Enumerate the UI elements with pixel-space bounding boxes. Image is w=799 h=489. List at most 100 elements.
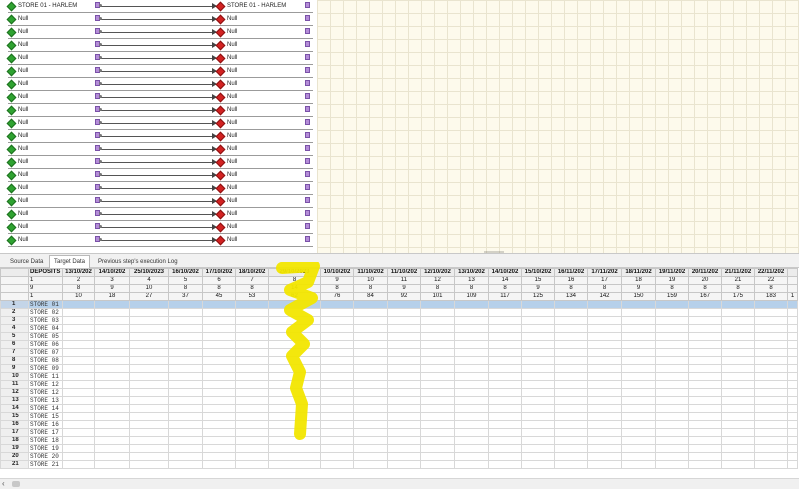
table-cell[interactable] bbox=[787, 388, 798, 397]
table-cell[interactable] bbox=[129, 412, 169, 421]
table-cell[interactable] bbox=[454, 332, 489, 341]
table-cell[interactable] bbox=[754, 364, 788, 373]
table-cell[interactable] bbox=[387, 412, 421, 421]
target-field[interactable]: Null bbox=[215, 92, 313, 103]
table-cell[interactable] bbox=[754, 380, 788, 389]
table-cell[interactable] bbox=[521, 372, 555, 381]
column-header[interactable]: 8 bbox=[268, 276, 321, 285]
table-cell[interactable] bbox=[754, 436, 788, 445]
table-cell[interactable] bbox=[454, 396, 489, 405]
table-cell[interactable] bbox=[235, 420, 269, 429]
table-cell[interactable] bbox=[235, 364, 269, 373]
table-cell[interactable] bbox=[129, 308, 169, 317]
table-cell[interactable] bbox=[688, 340, 722, 349]
source-field[interactable]: Null bbox=[6, 235, 100, 246]
table-row[interactable]: 10 STORE 11 bbox=[0, 372, 798, 381]
table-cell[interactable] bbox=[787, 356, 798, 365]
column-header[interactable]: 12/10/202 bbox=[420, 268, 455, 277]
table-cell[interactable] bbox=[168, 444, 203, 453]
table-cell[interactable] bbox=[688, 404, 722, 413]
column-header[interactable]: 84 bbox=[353, 292, 388, 301]
table-cell[interactable] bbox=[420, 388, 455, 397]
row-number[interactable]: 9 bbox=[0, 364, 29, 373]
table-cell[interactable] bbox=[554, 420, 588, 429]
table-cell[interactable] bbox=[62, 460, 95, 469]
table-cell[interactable] bbox=[320, 316, 354, 325]
table-cell[interactable] bbox=[787, 372, 798, 381]
table-cell[interactable] bbox=[754, 300, 788, 309]
table-cell[interactable] bbox=[320, 324, 354, 333]
table-cell[interactable] bbox=[454, 444, 489, 453]
table-cell[interactable] bbox=[521, 460, 555, 469]
table-cell[interactable] bbox=[787, 332, 798, 341]
table-cell[interactable] bbox=[621, 348, 656, 357]
table-cell[interactable] bbox=[454, 404, 489, 413]
table-cell[interactable] bbox=[655, 460, 689, 469]
table-cell[interactable] bbox=[554, 452, 588, 461]
table-cell[interactable] bbox=[754, 388, 788, 397]
table-cell[interactable] bbox=[721, 340, 755, 349]
table-row[interactable]: 14 STORE 14 bbox=[0, 404, 798, 413]
table-cell[interactable] bbox=[521, 444, 555, 453]
table-cell[interactable] bbox=[754, 324, 788, 333]
column-header[interactable]: 62 bbox=[268, 292, 321, 301]
table-cell[interactable] bbox=[587, 404, 622, 413]
table-cell[interactable] bbox=[688, 436, 722, 445]
source-field[interactable]: Null bbox=[6, 209, 100, 220]
tab-target-data[interactable]: Target Data bbox=[49, 255, 91, 269]
table-cell[interactable] bbox=[587, 396, 622, 405]
table-cell[interactable] bbox=[320, 332, 354, 341]
table-row[interactable]: 19 STORE 19 bbox=[0, 444, 798, 453]
table-cell[interactable] bbox=[554, 356, 588, 365]
table-cell[interactable] bbox=[587, 332, 622, 341]
column-header[interactable]: 11/10/202 bbox=[353, 268, 388, 277]
table-cell[interactable] bbox=[488, 428, 522, 437]
table-cell[interactable] bbox=[787, 420, 798, 429]
table-cell[interactable] bbox=[688, 300, 722, 309]
table-cell[interactable] bbox=[353, 364, 388, 373]
column-header[interactable]: 53 bbox=[235, 292, 269, 301]
column-header[interactable]: 2 bbox=[62, 276, 95, 285]
table-cell[interactable] bbox=[488, 372, 522, 381]
mapping-connector[interactable] bbox=[99, 211, 217, 217]
table-cell[interactable] bbox=[202, 380, 236, 389]
store-cell[interactable]: STORE 20 bbox=[28, 452, 63, 461]
table-cell[interactable] bbox=[754, 340, 788, 349]
table-cell[interactable] bbox=[353, 332, 388, 341]
table-row[interactable]: 20 STORE 20 bbox=[0, 452, 798, 461]
table-cell[interactable] bbox=[353, 404, 388, 413]
table-cell[interactable] bbox=[202, 364, 236, 373]
table-cell[interactable] bbox=[787, 460, 798, 469]
table-cell[interactable] bbox=[320, 308, 354, 317]
table-cell[interactable] bbox=[168, 356, 203, 365]
source-field[interactable]: Null bbox=[6, 131, 100, 142]
table-row[interactable]: 11 STORE 12 bbox=[0, 380, 798, 389]
target-field[interactable]: Null bbox=[215, 27, 313, 38]
table-cell[interactable] bbox=[202, 396, 236, 405]
table-cell[interactable] bbox=[94, 396, 130, 405]
table-cell[interactable] bbox=[129, 452, 169, 461]
table-cell[interactable] bbox=[787, 396, 798, 405]
table-cell[interactable] bbox=[420, 348, 455, 357]
column-header[interactable]: 16/10/202 bbox=[168, 268, 203, 277]
column-header[interactable]: 12 bbox=[420, 276, 455, 285]
table-cell[interactable] bbox=[235, 436, 269, 445]
table-cell[interactable] bbox=[268, 324, 321, 333]
mapping-connector[interactable] bbox=[99, 55, 217, 61]
table-cell[interactable] bbox=[129, 372, 169, 381]
column-header[interactable]: 17/11/202 bbox=[587, 268, 622, 277]
table-cell[interactable] bbox=[454, 452, 489, 461]
table-cell[interactable] bbox=[235, 308, 269, 317]
table-cell[interactable] bbox=[94, 324, 130, 333]
table-cell[interactable] bbox=[787, 348, 798, 357]
column-header[interactable]: 8 bbox=[754, 284, 788, 293]
table-cell[interactable] bbox=[420, 364, 455, 373]
table-cell[interactable] bbox=[202, 436, 236, 445]
table-cell[interactable] bbox=[235, 356, 269, 365]
table-cell[interactable] bbox=[621, 300, 656, 309]
column-header[interactable]: 6 bbox=[202, 276, 236, 285]
table-cell[interactable] bbox=[94, 364, 130, 373]
table-cell[interactable] bbox=[168, 316, 203, 325]
table-cell[interactable] bbox=[454, 420, 489, 429]
table-cell[interactable] bbox=[129, 404, 169, 413]
